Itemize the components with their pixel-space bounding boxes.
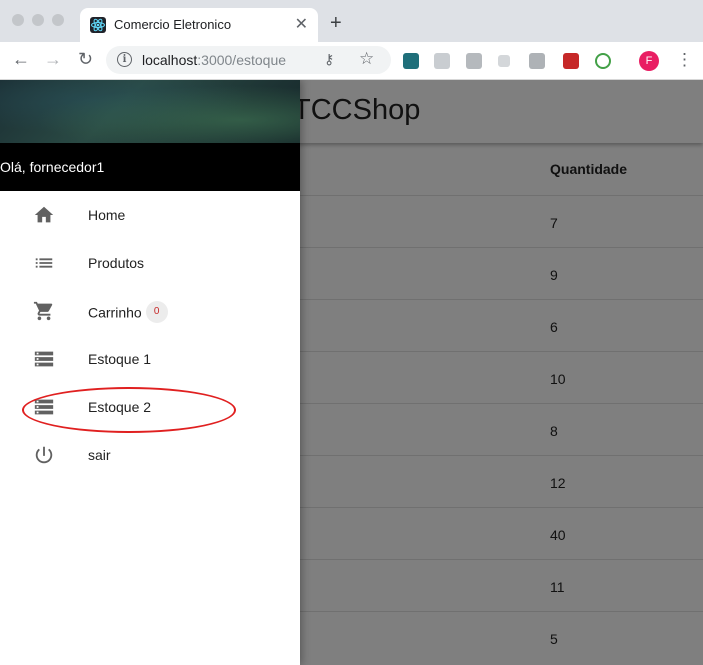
address-bar[interactable]: i localhost:3000/estoque ⚷ ☆ (106, 46, 391, 74)
drawer-item-label: sair (88, 447, 111, 463)
cart-icon (32, 300, 56, 322)
extension-icon[interactable] (563, 53, 579, 69)
extension-icon[interactable] (403, 53, 419, 69)
browser-tab[interactable]: Comercio Eletronico ✕ (80, 8, 318, 42)
window-close-dot[interactable] (12, 14, 24, 26)
reload-icon[interactable]: ↻ (78, 49, 93, 69)
drawer-item-produtos[interactable]: Produtos (0, 239, 300, 287)
profile-avatar[interactable]: F (639, 51, 659, 71)
drawer-user-bar: Olá, fornecedor1 (0, 143, 300, 191)
drawer-item-label-text: Carrinho (88, 304, 142, 321)
react-favicon-icon (90, 17, 106, 33)
url-text[interactable]: localhost:3000/estoque (142, 52, 286, 68)
extension-icon[interactable] (466, 53, 482, 69)
tab-close-icon[interactable]: ✕ (295, 14, 308, 34)
bookmark-star-icon[interactable]: ☆ (359, 49, 374, 69)
drawer-item-carrinho[interactable]: Carrinho 0 (0, 287, 300, 335)
browser-toolbar: ← → ↻ i localhost:3000/estoque ⚷ ☆ F ⋮ (0, 42, 703, 80)
drawer-item-label: Carrinho 0 (88, 301, 168, 325)
page: TCCShop Quantidade 7 9 6 10 8 12 40 11 5… (0, 80, 703, 665)
extension-icon[interactable] (595, 53, 611, 69)
extension-icon[interactable] (498, 55, 510, 67)
url-host: localhost (142, 52, 198, 68)
user-greeting: Olá, fornecedor1 (0, 159, 105, 175)
list-icon (32, 252, 56, 274)
highlight-annotation-circle (22, 387, 236, 433)
drawer-item-home[interactable]: Home (0, 191, 300, 239)
drawer-header-image (0, 80, 300, 143)
home-icon (32, 204, 56, 226)
extension-icon[interactable] (529, 53, 545, 69)
key-icon[interactable]: ⚷ (324, 51, 334, 68)
browser-menu-icon[interactable]: ⋮ (676, 50, 693, 70)
window-minimize-dot[interactable] (32, 14, 44, 26)
navigation-drawer: Olá, fornecedor1 Home Produtos Carrinho 0 (0, 80, 300, 665)
power-icon (32, 444, 56, 466)
window-zoom-dot[interactable] (52, 14, 64, 26)
tab-title: Comercio Eletronico (114, 17, 232, 32)
drawer-item-estoque-1[interactable]: Estoque 1 (0, 335, 300, 383)
cart-count-badge: 0 (145, 301, 168, 323)
forward-icon[interactable]: → (44, 49, 62, 69)
back-icon[interactable]: ← (12, 49, 30, 69)
drawer-item-label: Estoque 1 (88, 351, 152, 367)
drawer-item-label: Produtos (88, 255, 145, 271)
drawer-item-label: Home (88, 207, 126, 223)
url-path: :3000/estoque (197, 52, 287, 68)
new-tab-button[interactable]: + (330, 13, 342, 33)
storage-icon (32, 348, 56, 370)
drawer-item-sair[interactable]: sair (0, 431, 300, 479)
extension-icon[interactable] (434, 53, 450, 69)
site-info-icon[interactable]: i (117, 52, 132, 67)
browser-tab-bar: Comercio Eletronico ✕ + (0, 0, 703, 42)
